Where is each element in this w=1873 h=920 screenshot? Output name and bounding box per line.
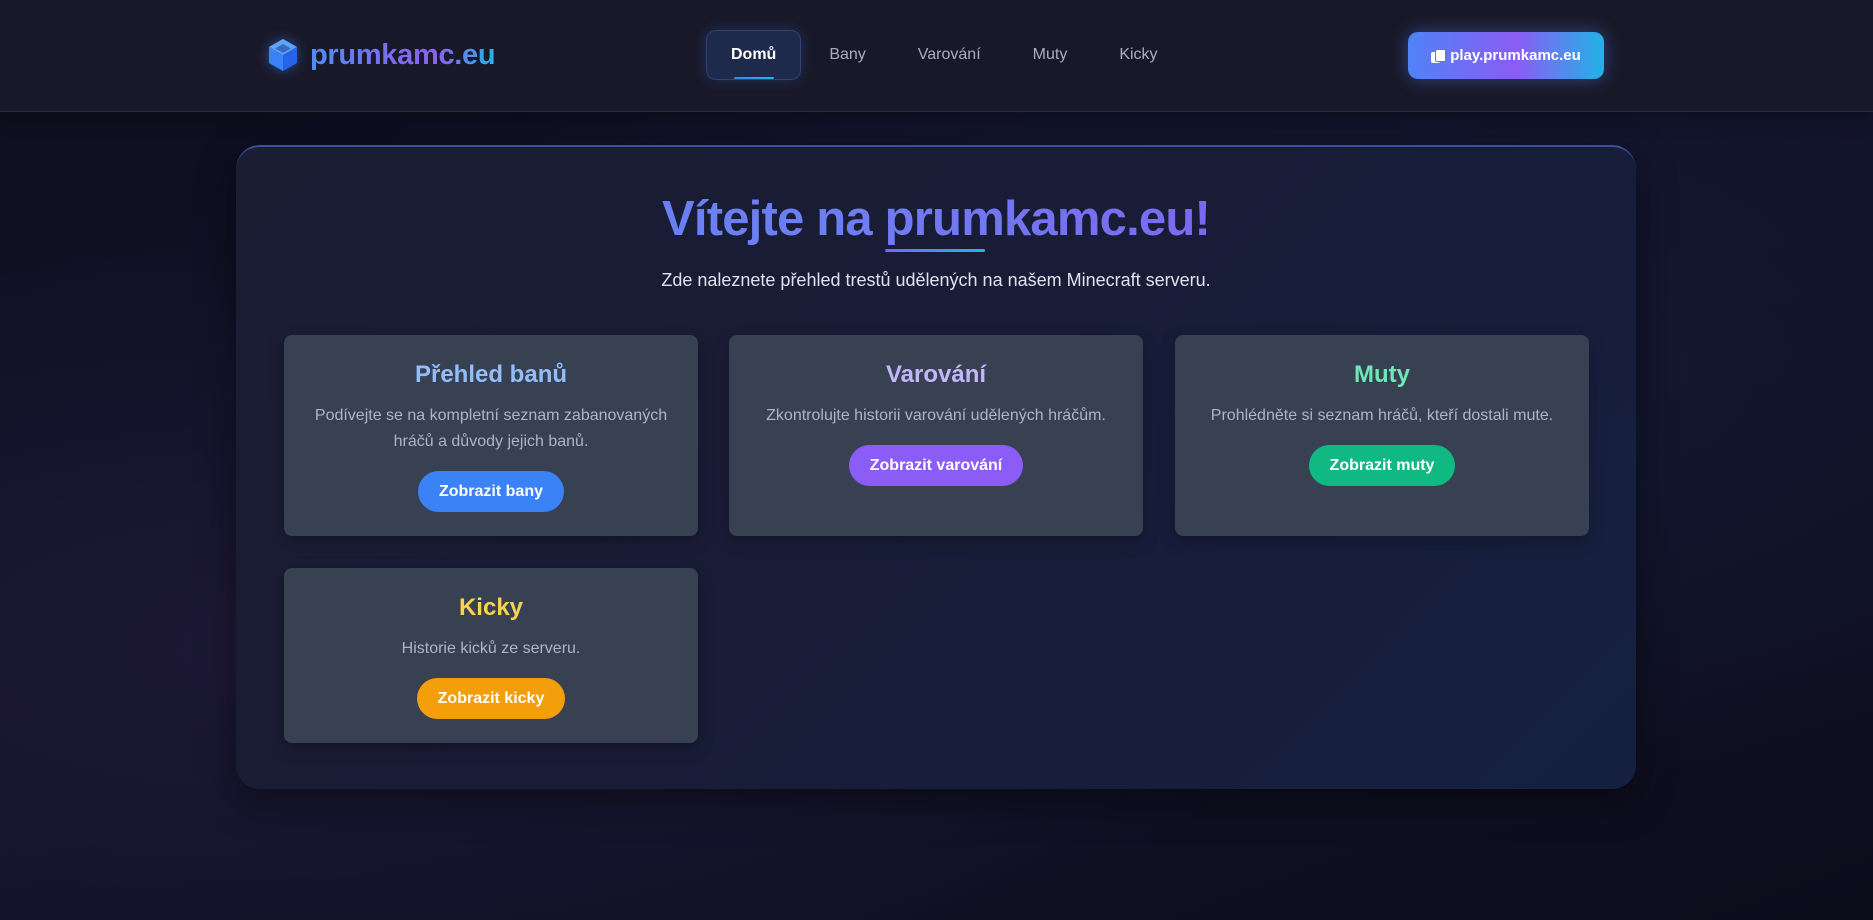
copy-server-ip-button[interactable]: play.prumkamc.eu <box>1408 32 1604 79</box>
feature-card-bans: Přehled banů Podívejte se na kompletní s… <box>284 335 698 536</box>
show-mutes-button[interactable]: Zobrazit muty <box>1308 445 1456 486</box>
show-bans-button[interactable]: Zobrazit bany <box>417 471 564 512</box>
copy-icon <box>1431 48 1447 63</box>
feature-description: Podívejte se na kompletní seznam zabanov… <box>314 407 668 450</box>
nav-home[interactable]: Domů <box>706 30 802 80</box>
feature-description: Zkontrolujte historii varování udělených… <box>766 407 1106 424</box>
site-logo[interactable]: prumkamc.eu <box>267 37 496 73</box>
main-nav: Domů Bany Varování Muty Kicky <box>706 30 1186 80</box>
welcome-panel: Vítejte na prumkamc.eu! Zde naleznete př… <box>236 145 1636 789</box>
feature-title: Přehled banů <box>414 361 568 388</box>
feature-description: Prohlédněte si seznam hráčů, kteří dosta… <box>1210 407 1554 424</box>
nav-kicks[interactable]: Kicky <box>1095 30 1181 80</box>
nav-mutes[interactable]: Muty <box>1009 30 1092 80</box>
show-kicks-button[interactable]: Zobrazit kicky <box>416 678 566 719</box>
cube-icon <box>269 39 297 71</box>
nav-warnings[interactable]: Varování <box>894 30 1005 80</box>
page-subtitle: Zde naleznete přehled trestů udělených n… <box>661 270 1211 290</box>
feature-card-warnings: Varování Zkontrolujte historii varování … <box>729 335 1143 536</box>
feature-card-mutes: Muty Prohlédněte si seznam hráčů, kteří … <box>1175 335 1589 536</box>
feature-title: Varování <box>885 361 987 388</box>
feature-description: Historie kicků ze serveru. <box>401 640 581 657</box>
page-title: Vítejte na prumkamc.eu! <box>236 191 1636 247</box>
server-ip-label: play.prumkamc.eu <box>1450 47 1581 64</box>
feature-title: Kicky <box>458 594 524 621</box>
feature-card-kicks: Kicky Historie kicků ze serveru. Zobrazi… <box>284 568 698 743</box>
title-underline <box>885 249 985 252</box>
top-navbar: prumkamc.eu Domů Bany Varování Muty Kick… <box>0 0 1873 112</box>
show-warnings-button[interactable]: Zobrazit varování <box>848 445 1024 486</box>
logo-text: prumkamc.eu <box>310 38 496 71</box>
nav-bans[interactable]: Bany <box>805 30 889 80</box>
feature-title: Muty <box>1354 361 1410 388</box>
